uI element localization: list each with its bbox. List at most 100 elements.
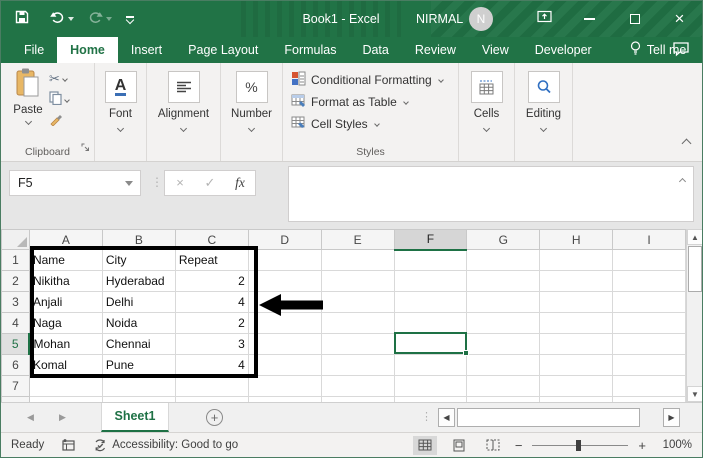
cell-E7[interactable] [320,375,395,397]
cancel-button[interactable]: × [165,171,195,195]
cell-B7[interactable] [101,375,176,397]
name-box[interactable]: F5 [9,170,141,196]
alignment-group-dropdown-icon[interactable] [179,124,188,133]
avatar[interactable]: N [469,7,493,31]
cell-I1[interactable] [612,249,686,271]
new-sheet-button[interactable]: + [206,409,223,426]
format-as-table-button[interactable]: Format as Table [291,91,458,113]
save-button[interactable] [1,1,43,37]
collapse-formula-bar-icon[interactable] [678,177,687,186]
cell-G3[interactable] [466,291,541,313]
cell-A7[interactable] [28,375,103,397]
cell-styles-button[interactable]: Cell Styles [291,113,458,135]
cell-I6[interactable] [612,354,686,376]
enter-button[interactable]: ✓ [195,171,225,195]
column-header-B[interactable]: B [101,229,176,250]
cell-B1[interactable]: City [101,249,176,271]
format-painter-button[interactable] [49,113,89,129]
normal-view-button[interactable] [412,435,437,455]
tab-home[interactable]: Home [57,37,118,63]
cell-I3[interactable] [612,291,686,313]
row-header-3[interactable]: 3 [1,291,30,313]
cell-C6[interactable]: 4 [174,354,249,376]
cell-E1[interactable] [320,249,395,271]
number-group-dropdown-icon[interactable] [247,124,256,133]
hscroll-splitter-icon[interactable]: ⋮ [421,410,432,423]
cell-I2[interactable] [612,270,686,292]
zoom-level[interactable]: 100% [656,439,692,451]
cell-H3[interactable] [539,291,614,313]
cell-A1[interactable]: Name [28,249,103,271]
zoom-slider[interactable] [532,439,629,451]
customize-quick-access-button[interactable] [119,1,141,37]
fill-handle[interactable] [463,350,469,356]
scroll-left-button[interactable]: ◀ [438,408,455,427]
cell-G7[interactable] [466,375,541,397]
ribbon-display-options-button[interactable] [522,1,567,37]
cell-H1[interactable] [539,249,614,271]
row-header-1[interactable]: 1 [1,249,30,271]
cell-H4[interactable] [539,312,614,334]
tab-page-layout[interactable]: Page Layout [175,37,271,63]
accessibility-checker-button[interactable]: Accessibility: Good to go [93,438,238,452]
cell-F2[interactable] [393,270,468,292]
select-all-corner[interactable] [1,229,30,250]
cell-A2[interactable]: Nikitha [28,270,103,292]
cell-H2[interactable] [539,270,614,292]
cell-G1[interactable] [466,249,541,271]
clipboard-dialog-launcher[interactable] [81,139,90,157]
cell-E2[interactable] [320,270,395,292]
cell-B6[interactable]: Pune [101,354,176,376]
cell-B2[interactable]: Hyderabad [101,270,176,292]
font-group-dropdown-icon[interactable] [116,124,125,133]
number-group[interactable]: % Number [221,63,283,161]
cell-A6[interactable]: Komal [28,354,103,376]
column-header-E[interactable]: E [320,229,395,250]
cell-F4[interactable] [393,312,468,334]
vertical-scroll-thumb[interactable] [688,246,702,292]
cell-C7[interactable] [174,375,249,397]
page-break-preview-button[interactable] [481,436,505,455]
cell-B5[interactable]: Chennai [101,333,176,355]
cell-B4[interactable]: Noida [101,312,176,334]
previous-sheet-button[interactable]: ◀ [27,412,34,423]
column-header-H[interactable]: H [539,229,614,250]
cell-G5[interactable] [466,333,541,355]
formula-bar-splitter-icon[interactable]: ⋮ [151,175,163,189]
cell-C3[interactable]: 4 [174,291,249,313]
cell-D7[interactable] [247,375,322,397]
redo-button[interactable] [81,1,119,37]
zoom-slider-thumb[interactable] [576,439,582,451]
copy-button[interactable] [49,90,89,108]
column-header-A[interactable]: A [28,229,103,250]
cell-D6[interactable] [247,354,322,376]
tab-file[interactable]: File [11,37,57,63]
cell-D2[interactable] [247,270,322,292]
comments-button[interactable] [672,41,690,62]
column-header-D[interactable]: D [247,229,322,250]
cut-button[interactable]: ✂ [49,71,89,87]
minimize-button[interactable] [567,1,612,37]
cell-I4[interactable] [612,312,686,334]
cell-H6[interactable] [539,354,614,376]
tab-insert[interactable]: Insert [118,37,175,63]
tab-review[interactable]: Review [402,37,469,63]
cell-E6[interactable] [320,354,395,376]
cell-F7[interactable] [393,375,468,397]
cells-group[interactable]: Cells [459,63,515,161]
cells-group-dropdown-icon[interactable] [482,124,491,133]
vertical-scrollbar[interactable]: ▲ ▼ [686,229,702,402]
editing-group[interactable]: Editing [515,63,573,161]
scroll-right-button[interactable]: ▶ [663,408,680,427]
column-header-I[interactable]: I [612,229,686,250]
alignment-group[interactable]: Alignment [147,63,221,161]
user-name[interactable]: NIRMAL [416,1,463,37]
conditional-formatting-button[interactable]: Conditional Formatting [291,69,458,91]
tab-view[interactable]: View [469,37,522,63]
cell-H5[interactable] [539,333,614,355]
undo-dropdown-icon[interactable] [68,17,74,21]
zoom-in-button[interactable]: + [638,438,646,453]
cell-A3[interactable]: Anjali [28,291,103,313]
cell-D1[interactable] [247,249,322,271]
cell-A5[interactable]: Mohan [28,333,103,355]
